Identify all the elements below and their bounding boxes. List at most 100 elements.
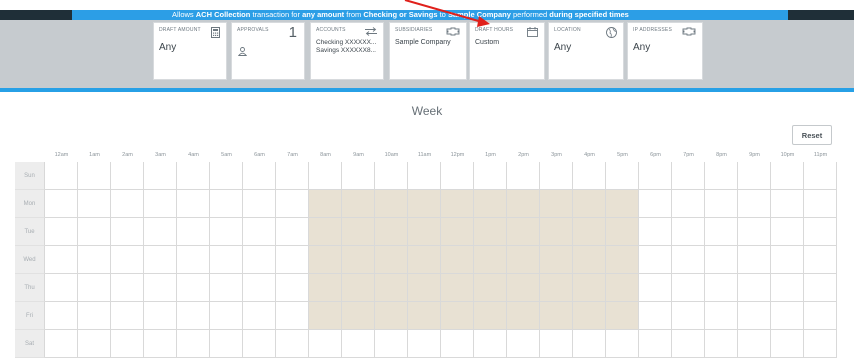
time-slot-cell[interactable] <box>639 162 672 190</box>
time-slot-cell[interactable] <box>507 246 540 274</box>
time-slot-cell[interactable] <box>375 274 408 302</box>
time-slot-cell[interactable] <box>408 330 441 358</box>
time-slot-cell[interactable] <box>375 190 408 218</box>
time-slot-cell[interactable] <box>177 162 210 190</box>
time-slot-cell[interactable] <box>573 330 606 358</box>
time-slot-cell[interactable] <box>540 218 573 246</box>
time-slot-cell[interactable] <box>243 162 276 190</box>
time-slot-cell[interactable] <box>243 302 276 330</box>
time-slot-cell[interactable] <box>210 190 243 218</box>
time-slot-cell[interactable] <box>705 302 738 330</box>
time-slot-cell[interactable] <box>441 302 474 330</box>
time-slot-cell[interactable] <box>408 218 441 246</box>
time-slot-cell[interactable] <box>540 330 573 358</box>
time-slot-cell[interactable] <box>606 218 639 246</box>
time-slot-cell[interactable] <box>672 246 705 274</box>
time-slot-cell[interactable] <box>804 162 837 190</box>
time-slot-cell[interactable] <box>111 190 144 218</box>
time-slot-cell[interactable] <box>507 162 540 190</box>
time-slot-cell[interactable] <box>45 302 78 330</box>
time-slot-cell[interactable] <box>540 190 573 218</box>
time-slot-cell[interactable] <box>738 218 771 246</box>
time-slot-cell[interactable] <box>375 330 408 358</box>
time-slot-cell[interactable] <box>738 190 771 218</box>
time-slot-cell[interactable] <box>639 218 672 246</box>
time-slot-cell[interactable] <box>408 302 441 330</box>
time-slot-cell[interactable] <box>144 274 177 302</box>
time-slot-cell[interactable] <box>441 218 474 246</box>
time-slot-cell[interactable] <box>672 218 705 246</box>
time-slot-cell[interactable] <box>45 218 78 246</box>
time-slot-cell[interactable] <box>243 218 276 246</box>
time-slot-cell[interactable] <box>639 246 672 274</box>
time-slot-cell[interactable] <box>342 330 375 358</box>
time-slot-cell[interactable] <box>111 330 144 358</box>
time-slot-cell[interactable] <box>276 274 309 302</box>
draft-amount-card[interactable]: DRAFT AMOUNT Any <box>153 22 227 80</box>
time-slot-cell[interactable] <box>144 162 177 190</box>
time-slot-cell[interactable] <box>111 162 144 190</box>
time-slot-cell[interactable] <box>738 274 771 302</box>
time-slot-cell[interactable] <box>474 330 507 358</box>
time-slot-cell[interactable] <box>672 162 705 190</box>
time-slot-cell[interactable] <box>441 162 474 190</box>
time-slot-cell[interactable] <box>276 330 309 358</box>
time-slot-cell[interactable] <box>243 330 276 358</box>
time-slot-cell[interactable] <box>144 190 177 218</box>
time-slot-cell[interactable] <box>342 246 375 274</box>
time-slot-cell[interactable] <box>276 190 309 218</box>
time-slot-cell[interactable] <box>573 218 606 246</box>
time-slot-cell[interactable] <box>210 162 243 190</box>
time-slot-cell[interactable] <box>276 218 309 246</box>
time-slot-cell[interactable] <box>573 274 606 302</box>
time-slot-cell[interactable] <box>78 274 111 302</box>
time-slot-cell[interactable] <box>507 190 540 218</box>
time-slot-cell[interactable] <box>309 330 342 358</box>
time-slot-cell[interactable] <box>177 246 210 274</box>
time-slot-cell[interactable] <box>705 162 738 190</box>
time-slot-cell[interactable] <box>474 246 507 274</box>
time-slot-cell[interactable] <box>78 218 111 246</box>
time-slot-cell[interactable] <box>672 330 705 358</box>
time-slot-cell[interactable] <box>573 302 606 330</box>
time-slot-cell[interactable] <box>639 274 672 302</box>
time-slot-cell[interactable] <box>540 162 573 190</box>
time-slot-cell[interactable] <box>804 302 837 330</box>
time-slot-cell[interactable] <box>210 218 243 246</box>
time-slot-cell[interactable] <box>738 330 771 358</box>
time-slot-cell[interactable] <box>639 330 672 358</box>
time-slot-cell[interactable] <box>144 218 177 246</box>
time-slot-cell[interactable] <box>111 246 144 274</box>
time-slot-cell[interactable] <box>210 246 243 274</box>
time-slot-cell[interactable] <box>804 246 837 274</box>
time-slot-cell[interactable] <box>78 162 111 190</box>
time-slot-cell[interactable] <box>441 330 474 358</box>
time-slot-cell[interactable] <box>342 190 375 218</box>
time-slot-cell[interactable] <box>144 246 177 274</box>
time-slot-cell[interactable] <box>111 218 144 246</box>
time-slot-cell[interactable] <box>474 218 507 246</box>
time-slot-cell[interactable] <box>111 302 144 330</box>
time-slot-cell[interactable] <box>705 274 738 302</box>
time-slot-cell[interactable] <box>45 330 78 358</box>
time-slot-cell[interactable] <box>474 274 507 302</box>
time-slot-cell[interactable] <box>639 302 672 330</box>
time-slot-cell[interactable] <box>771 190 804 218</box>
time-slot-cell[interactable] <box>177 190 210 218</box>
time-slot-cell[interactable] <box>45 246 78 274</box>
time-slot-cell[interactable] <box>540 274 573 302</box>
time-slot-cell[interactable] <box>804 274 837 302</box>
time-slot-cell[interactable] <box>606 274 639 302</box>
subsidiaries-card[interactable]: SUBSIDIARIES Sample Company <box>389 22 467 80</box>
time-slot-cell[interactable] <box>276 246 309 274</box>
time-slot-cell[interactable] <box>408 190 441 218</box>
time-slot-cell[interactable] <box>309 246 342 274</box>
time-slot-cell[interactable] <box>45 274 78 302</box>
time-slot-cell[interactable] <box>771 218 804 246</box>
time-slot-cell[interactable] <box>78 246 111 274</box>
time-slot-cell[interactable] <box>606 162 639 190</box>
time-slot-cell[interactable] <box>804 218 837 246</box>
time-slot-cell[interactable] <box>177 330 210 358</box>
time-slot-cell[interactable] <box>606 190 639 218</box>
time-slot-cell[interactable] <box>705 246 738 274</box>
